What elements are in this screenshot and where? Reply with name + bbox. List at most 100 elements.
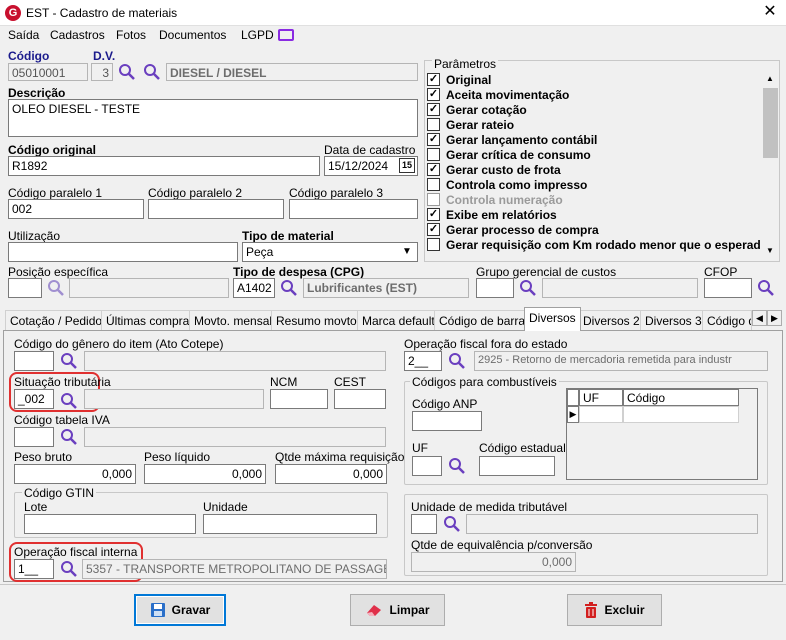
- tab-marca-default[interactable]: Marca default: [357, 310, 440, 330]
- param-item[interactable]: ✓ Gerar cotação: [427, 102, 527, 117]
- search-icon[interactable]: [60, 352, 78, 370]
- menu-lgpd[interactable]: LGPD: [241, 28, 274, 42]
- checkbox-checked[interactable]: ✓: [427, 73, 440, 86]
- checkbox-unchecked[interactable]: [427, 148, 440, 161]
- ncm-field[interactable]: [270, 389, 328, 409]
- cp3-field[interactable]: [289, 199, 418, 219]
- param-item[interactable]: ✓ Exibe em relatórios: [427, 207, 557, 222]
- qtde-max-field[interactable]: 0,000: [275, 464, 387, 484]
- grid-cell-codigo[interactable]: [623, 406, 739, 423]
- codigo-original-field[interactable]: R1892: [8, 156, 320, 176]
- search-icon[interactable]: [757, 279, 775, 297]
- menu-cadastros[interactable]: Cadastros: [50, 28, 105, 42]
- tab-scroll-right-icon[interactable]: ▶: [767, 310, 782, 326]
- posicao-field[interactable]: [8, 278, 42, 298]
- search-icon[interactable]: [443, 515, 461, 533]
- gravar-button[interactable]: Gravar: [134, 594, 226, 626]
- search-icon[interactable]: [280, 279, 298, 297]
- parametros-scrollbar[interactable]: ▲ ▼: [762, 72, 779, 258]
- peso-liquido-field[interactable]: 0,000: [144, 464, 266, 484]
- search-icon[interactable]: [60, 560, 78, 578]
- search-icon[interactable]: [519, 279, 537, 297]
- search-icon[interactable]: [448, 457, 466, 475]
- excluir-button[interactable]: Excluir: [567, 594, 662, 626]
- op-interna-code-field[interactable]: 1__: [14, 559, 54, 579]
- checkbox-checked[interactable]: ✓: [427, 163, 440, 176]
- cest-field[interactable]: [334, 389, 386, 409]
- checkbox-unchecked[interactable]: [427, 238, 440, 251]
- descricao-field[interactable]: OLEO DIESEL - TESTE: [8, 99, 418, 137]
- param-item[interactable]: ✓ Gerar custo de frota: [427, 162, 561, 177]
- close-icon[interactable]: ✕: [760, 2, 780, 22]
- tipo-despesa-code-field[interactable]: A1402: [233, 278, 275, 298]
- op-fora-code-field[interactable]: 2__: [404, 351, 442, 371]
- sit-trib-label: Situação tributária: [14, 375, 111, 389]
- limpar-button[interactable]: Limpar: [350, 594, 445, 626]
- checkbox-checked[interactable]: ✓: [427, 223, 440, 236]
- tab-codigo-d[interactable]: Código d: [702, 310, 752, 330]
- param-item[interactable]: ✓ Original: [427, 72, 491, 87]
- lote-field[interactable]: [24, 514, 196, 534]
- codigo-field[interactable]: 05010001: [8, 63, 88, 81]
- cfop-field[interactable]: [704, 278, 752, 298]
- checkbox-checked[interactable]: ✓: [427, 88, 440, 101]
- param-item[interactable]: Gerar requisição com Km rodado menor que…: [427, 237, 761, 252]
- param-item[interactable]: ✓ Aceita movimentação: [427, 87, 569, 102]
- search-icon[interactable]: [118, 63, 136, 81]
- search-icon[interactable]: [60, 392, 78, 410]
- search-icon[interactable]: [47, 279, 65, 297]
- tab-diversos-3[interactable]: Diversos 3: [640, 310, 707, 330]
- grid-cell-uf[interactable]: [579, 406, 623, 423]
- checkbox-unchecked[interactable]: [427, 118, 440, 131]
- grid-col-uf[interactable]: UF: [579, 389, 623, 406]
- tipo-material-select[interactable]: Peça: [242, 242, 418, 262]
- cp1-field[interactable]: 002: [8, 199, 144, 219]
- search-icon[interactable]: [448, 352, 466, 370]
- codigo-original-label: Código original: [8, 143, 96, 157]
- uf-field[interactable]: [412, 456, 442, 476]
- grupo-gerencial-field[interactable]: [476, 278, 514, 298]
- monitor-icon[interactable]: [278, 29, 294, 41]
- peso-bruto-field[interactable]: 0,000: [14, 464, 136, 484]
- dv-field[interactable]: 3: [91, 63, 113, 81]
- param-item[interactable]: Controla numeração: [427, 192, 563, 207]
- checkbox-checked[interactable]: ✓: [427, 133, 440, 146]
- cod-estadual-field[interactable]: [479, 456, 555, 476]
- param-label: Controla como impresso: [446, 177, 588, 192]
- sit-trib-field[interactable]: _002: [14, 389, 54, 409]
- checkbox-checked[interactable]: ✓: [427, 208, 440, 221]
- tab-scroll-left-icon[interactable]: ◀: [752, 310, 767, 326]
- unid-trib-field[interactable]: [411, 514, 437, 534]
- grid-col-codigo[interactable]: Código: [623, 389, 739, 406]
- utilizacao-field[interactable]: [8, 242, 238, 262]
- chevron-down-icon[interactable]: ▼: [402, 246, 412, 257]
- genero-field[interactable]: [14, 351, 54, 371]
- param-item[interactable]: Controla como impresso: [427, 177, 587, 192]
- param-item[interactable]: Gerar rateio: [427, 117, 514, 132]
- unidade-field[interactable]: [203, 514, 377, 534]
- param-item[interactable]: Gerar crítica de consumo: [427, 147, 591, 162]
- search-icon[interactable]: [143, 63, 161, 81]
- param-item[interactable]: ✓ Gerar processo de compra: [427, 222, 599, 237]
- param-item[interactable]: ✓ Gerar lançamento contábil: [427, 132, 597, 147]
- tab-diversos-2[interactable]: Diversos 2: [578, 310, 645, 330]
- cp2-field[interactable]: [148, 199, 284, 219]
- tab-codigo-barras[interactable]: Código de barras: [434, 310, 537, 330]
- tab-movto-mensal[interactable]: Movto. mensal: [189, 310, 278, 330]
- checkbox-unchecked[interactable]: [427, 178, 440, 191]
- menu-saida[interactable]: Saída: [8, 28, 39, 42]
- tab-cotacao-pedido[interactable]: Cotação / Pedido: [5, 310, 108, 330]
- checkbox-checked[interactable]: ✓: [427, 103, 440, 116]
- tab-ultimas-compras[interactable]: Últimas compras: [101, 310, 201, 330]
- menu-documentos[interactable]: Documentos: [159, 28, 226, 42]
- menu-fotos[interactable]: Fotos: [116, 28, 146, 42]
- calendar-icon[interactable]: 15: [399, 158, 415, 173]
- iva-field[interactable]: [14, 427, 54, 447]
- search-icon[interactable]: [60, 428, 78, 446]
- tab-resumo-movto[interactable]: Resumo movto.: [271, 310, 366, 330]
- anp-label: Código ANP: [412, 397, 478, 411]
- tab-diversos[interactable]: Diversos: [524, 307, 581, 331]
- qtde-equiv-field[interactable]: 0,000: [411, 552, 576, 572]
- anp-field[interactable]: [412, 411, 482, 431]
- checkbox-unchecked[interactable]: [427, 193, 440, 206]
